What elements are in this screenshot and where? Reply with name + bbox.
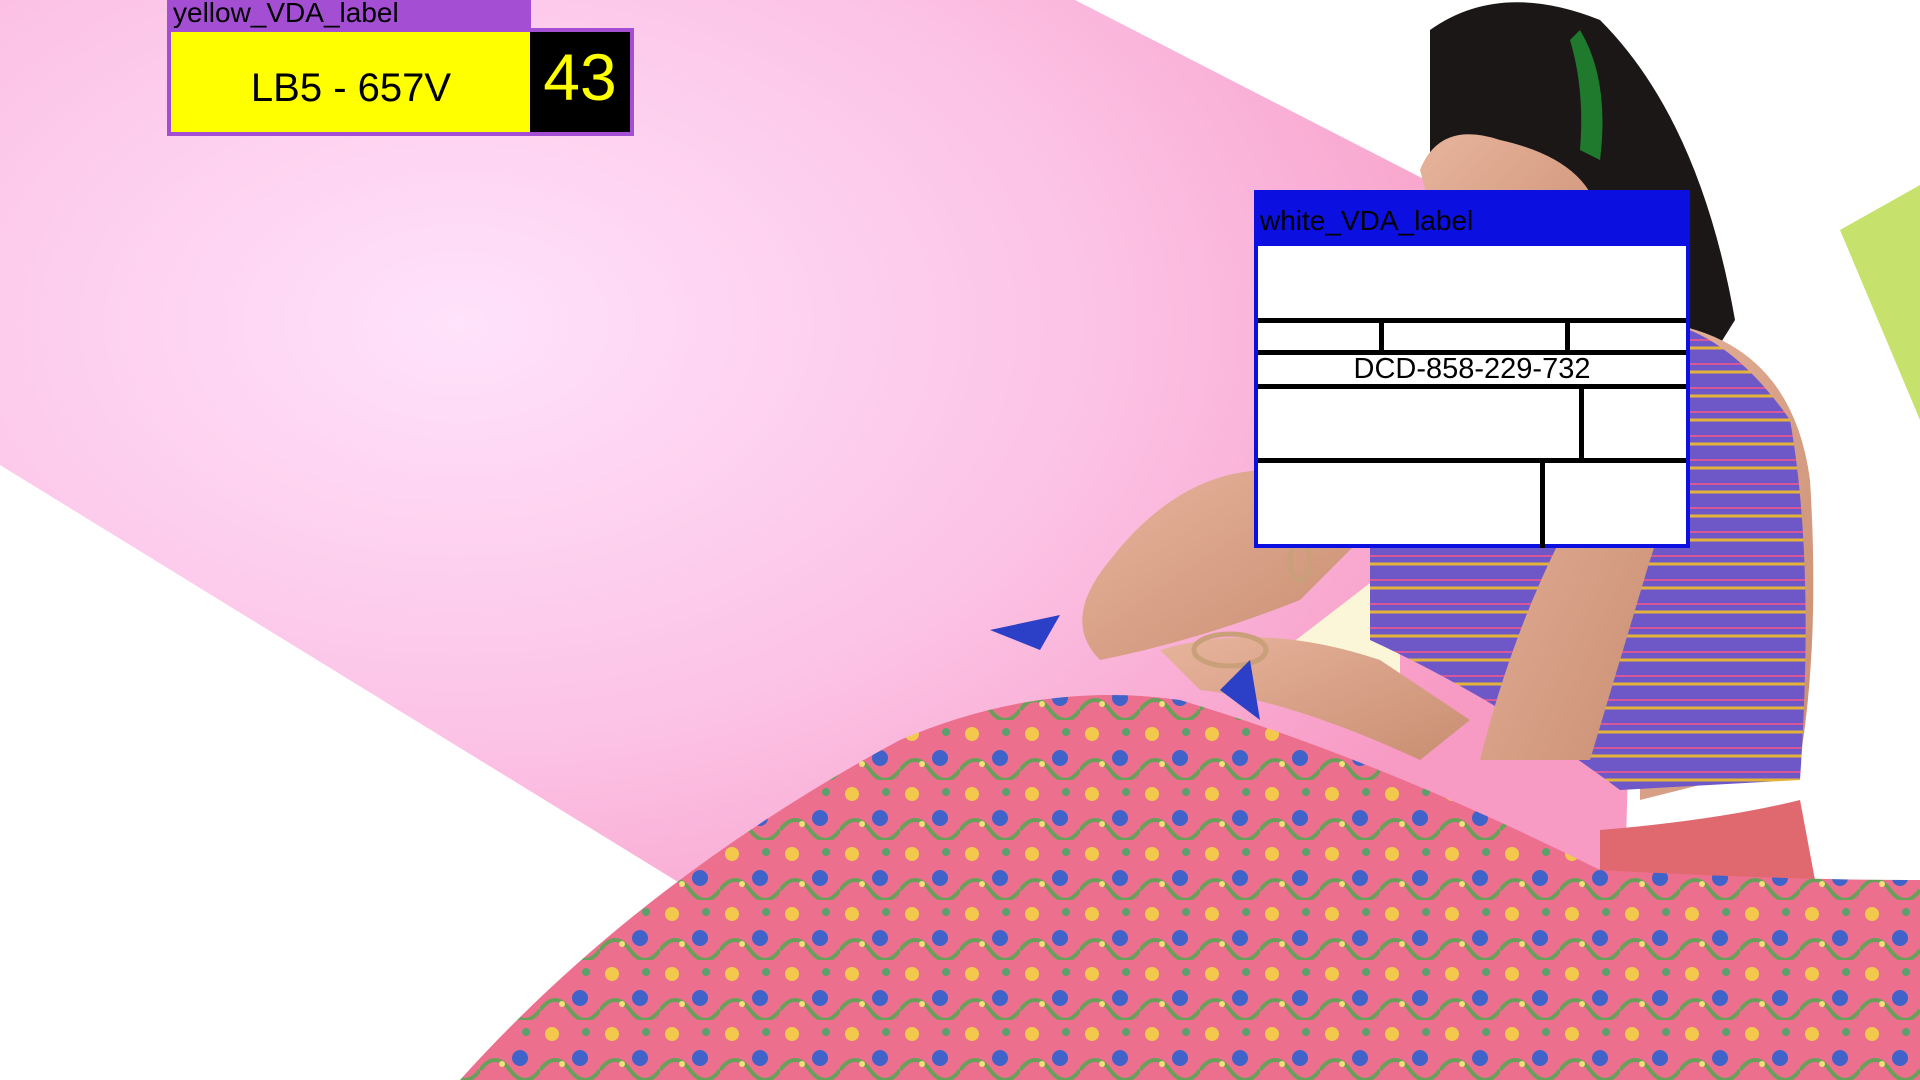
yellow-vda-number: 43: [530, 32, 630, 132]
white-vda-tag: white_VDA_label: [1254, 190, 1690, 244]
white-vda-divider: [1540, 458, 1545, 548]
yellow-vda-code: LB5 - 657V: [250, 66, 452, 110]
white-vda-body: DCD-858-229-732: [1254, 242, 1690, 548]
white-vda-code: DCD-858-229-732: [1353, 353, 1591, 385]
white-vda-rule: [1258, 458, 1686, 463]
white-vda-rule: [1258, 318, 1686, 323]
white-vda-divider: [1379, 318, 1384, 350]
white-vda-label: white_VDA_label DCD-858-229-732: [1254, 190, 1690, 548]
yellow-vda-label: yellow_VDA_label LB5 - 657V 43: [167, 0, 634, 136]
white-vda-divider: [1565, 318, 1570, 350]
yellow-vda-tag: yellow_VDA_label: [167, 0, 531, 30]
white-vda-divider: [1579, 384, 1584, 458]
yellow-vda-body: LB5 - 657V 43: [167, 28, 634, 136]
